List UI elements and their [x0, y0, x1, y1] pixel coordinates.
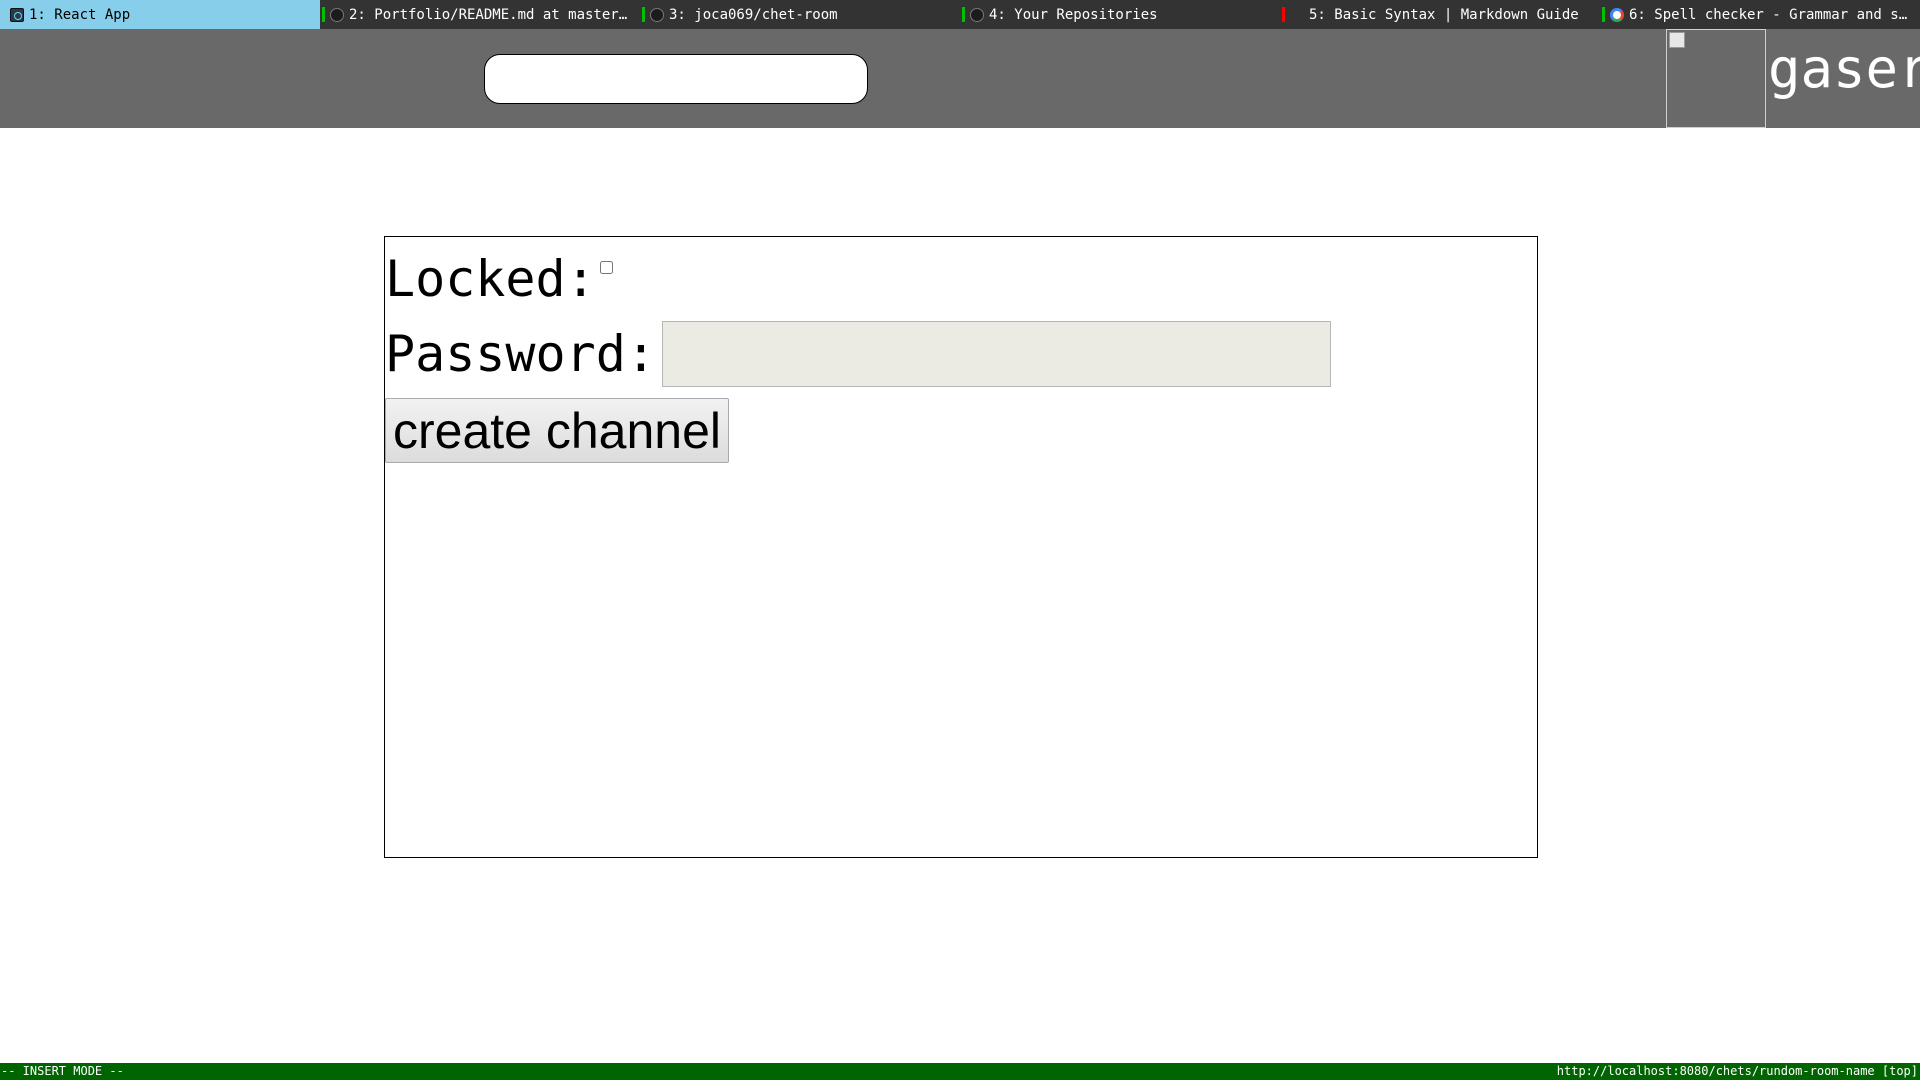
password-row: Password:: [385, 321, 1331, 387]
tab-load-indicator: [322, 7, 325, 22]
create-channel-panel: Locked: Password: create channel: [384, 236, 1538, 858]
tab-title: 1: React App: [29, 6, 131, 23]
password-input[interactable]: [661, 321, 1331, 387]
tab-load-indicator: [642, 7, 645, 22]
avatar[interactable]: [1666, 29, 1766, 128]
tab-title: 6: Spell checker - Grammar and spel…: [1629, 6, 1920, 23]
tab-your-repositories[interactable]: 4: Your Repositories: [960, 0, 1280, 29]
locked-row: Locked:: [385, 249, 613, 309]
tab-react-app[interactable]: 1: React App: [0, 0, 320, 29]
tab-markdown-guide[interactable]: 5: Basic Syntax | Markdown Guide: [1280, 0, 1600, 29]
status-bar: -- INSERT MODE -- http://localhost:8080/…: [0, 1063, 1920, 1080]
password-label: Password:: [385, 325, 656, 383]
blank-icon: [1290, 8, 1304, 22]
broken-image-icon: [1669, 32, 1685, 48]
search-input[interactable]: [484, 54, 868, 104]
locked-checkbox[interactable]: [599, 261, 613, 274]
react-icon: [10, 7, 24, 22]
github-icon: [330, 7, 344, 22]
tab-chet-room[interactable]: 3: joca069/chet-room: [640, 0, 960, 29]
tab-load-indicator: [1602, 7, 1605, 22]
app-header: gaser: [0, 29, 1920, 128]
tab-load-indicator: [2, 7, 5, 22]
tab-spell-checker[interactable]: 6: Spell checker - Grammar and spel…: [1600, 0, 1920, 29]
status-url: http://localhost:8080/chets/rundom-room-…: [1556, 1064, 1918, 1078]
tab-title: 3: joca069/chet-room: [669, 6, 838, 23]
locked-label: Locked:: [385, 250, 596, 308]
tab-load-indicator: [1282, 7, 1285, 22]
tab-load-indicator: [962, 7, 965, 22]
browser-tab-bar: 1: React App 2: Portfolio/README.md at m…: [0, 0, 1920, 29]
github-icon: [970, 7, 984, 22]
tab-title: 4: Your Repositories: [989, 6, 1158, 23]
github-icon: [650, 7, 664, 22]
mode-indicator: -- INSERT MODE --: [1, 1064, 124, 1078]
tab-title: 2: Portfolio/README.md at master · …: [349, 6, 640, 23]
username: gaser: [1768, 37, 1920, 100]
tab-portfolio-readme[interactable]: 2: Portfolio/README.md at master · …: [320, 0, 640, 29]
google-icon: [1610, 7, 1624, 22]
tab-title: 5: Basic Syntax | Markdown Guide: [1309, 6, 1579, 23]
create-channel-button[interactable]: create channel: [385, 398, 730, 463]
